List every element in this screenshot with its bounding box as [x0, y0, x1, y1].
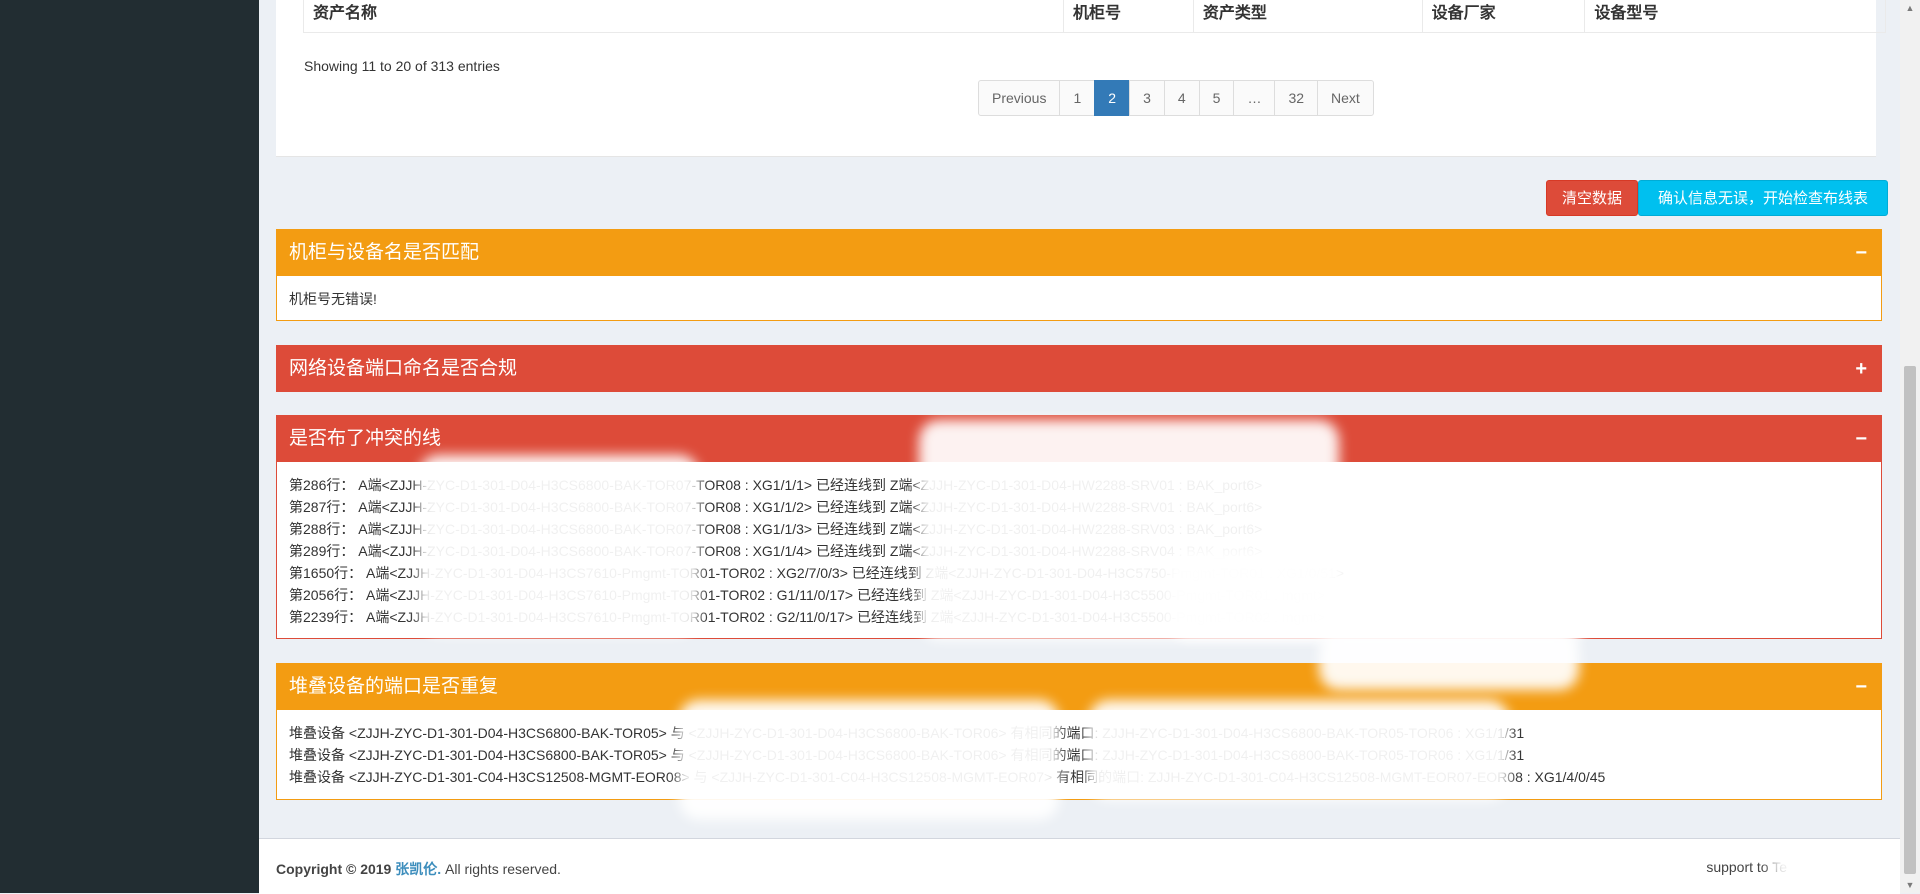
scroll-up-icon[interactable]: ▲ — [1900, 0, 1920, 16]
collapse-icon[interactable]: − — [1855, 230, 1867, 276]
list-item: 堆叠设备 <ZJJH-ZYC-D1-301-D04-H3CS6800-BAK-T… — [289, 747, 1524, 763]
scroll-down-icon[interactable]: ▼ — [1900, 877, 1920, 893]
column-header-asset-type[interactable]: 资产类型 — [1194, 0, 1423, 32]
copyright: Copyright © 2019 张凯伦. All rights reserve… — [276, 859, 561, 879]
privacy-blur — [679, 700, 1059, 820]
page-3-button[interactable]: 3 — [1129, 80, 1165, 116]
cabinet-match-title: 机柜与设备名是否匹配 — [289, 242, 480, 263]
list-item: 堆叠设备 <ZJJH-ZYC-D1-301-D04-H3CS6800-BAK-T… — [289, 725, 1524, 741]
page-4-button[interactable]: 4 — [1163, 80, 1200, 116]
privacy-blur — [419, 455, 699, 635]
conflict-lines-title: 是否布了冲突的线 — [289, 428, 442, 449]
page-1-button[interactable]: 1 — [1059, 80, 1096, 116]
port-naming-panel: 网络设备端口命名是否合规 + — [276, 345, 1882, 392]
page-ellipsis: … — [1233, 80, 1276, 116]
author-link[interactable]: 张凯伦. — [395, 861, 441, 877]
page-previous-button[interactable]: Previous — [978, 80, 1061, 116]
scrollbar[interactable]: ▲ ▼ — [1900, 0, 1920, 893]
sidebar — [0, 0, 259, 893]
stack-ports-header[interactable]: 堆叠设备的端口是否重复 − — [277, 664, 1881, 710]
privacy-blur — [1169, 550, 1589, 640]
column-header-vendor[interactable]: 设备厂家 — [1423, 0, 1586, 32]
column-header-model[interactable]: 设备型号 — [1585, 0, 1885, 32]
main-content: 资产名称 机柜号 资产类型 设备厂家 设备型号 Showing 11 to 20… — [259, 0, 1900, 894]
asset-table-card: 资产名称 机柜号 资产类型 设备厂家 设备型号 Showing 11 to 20… — [276, 0, 1886, 157]
rights-text: All rights reserved. — [445, 861, 561, 877]
column-header-cabinet[interactable]: 机柜号 — [1064, 0, 1194, 32]
stack-ports-body: 堆叠设备 <ZJJH-ZYC-D1-301-D04-H3CS6800-BAK-T… — [277, 710, 1881, 796]
clear-data-button[interactable]: 清空数据 — [1546, 180, 1638, 216]
entries-info: Showing 11 to 20 of 313 entries — [304, 58, 500, 74]
cabinet-match-body: 机柜号无错误! — [277, 276, 1881, 320]
collapse-icon[interactable]: − — [1855, 416, 1867, 462]
stack-ports-title: 堆叠设备的端口是否重复 — [289, 676, 499, 697]
expand-icon[interactable]: + — [1855, 346, 1867, 392]
port-naming-header[interactable]: 网络设备端口命名是否合规 + — [277, 346, 1881, 392]
footer: Copyright © 2019 张凯伦. All rights reserve… — [259, 838, 1900, 894]
confirm-check-button[interactable]: 确认信息无误，开始检查布线表 — [1638, 180, 1888, 216]
port-naming-title: 网络设备端口命名是否合规 — [289, 358, 518, 379]
page-5-button[interactable]: 5 — [1198, 80, 1235, 116]
table-header-row: 资产名称 机柜号 资产类型 设备厂家 设备型号 — [303, 0, 1886, 33]
collapse-icon[interactable]: − — [1855, 664, 1867, 710]
scroll-thumb[interactable] — [1904, 366, 1916, 874]
privacy-blur — [1319, 630, 1579, 690]
cabinet-match-panel: 机柜与设备名是否匹配 − 机柜号无错误! — [276, 229, 1882, 321]
page-2-button[interactable]: 2 — [1094, 80, 1131, 116]
privacy-blur — [1770, 851, 1880, 881]
cabinet-match-header[interactable]: 机柜与设备名是否匹配 − — [277, 230, 1881, 276]
copyright-prefix: Copyright © 2019 — [276, 861, 392, 877]
list-item: 堆叠设备 <ZJJH-ZYC-D1-301-C04-H3CS12508-MGMT… — [289, 769, 1606, 785]
column-header-asset-name[interactable]: 资产名称 — [304, 0, 1065, 32]
cabinet-match-result: 机柜号无错误! — [289, 291, 377, 307]
page-next-button[interactable]: Next — [1317, 80, 1374, 116]
pagination: Previous 1 2 3 4 5 … 32 Next — [978, 80, 1374, 116]
privacy-blur — [1089, 700, 1509, 800]
page-32-button[interactable]: 32 — [1274, 80, 1319, 116]
stack-ports-panel: 堆叠设备的端口是否重复 − 堆叠设备 <ZJJH-ZYC-D1-301-D04-… — [276, 663, 1882, 800]
